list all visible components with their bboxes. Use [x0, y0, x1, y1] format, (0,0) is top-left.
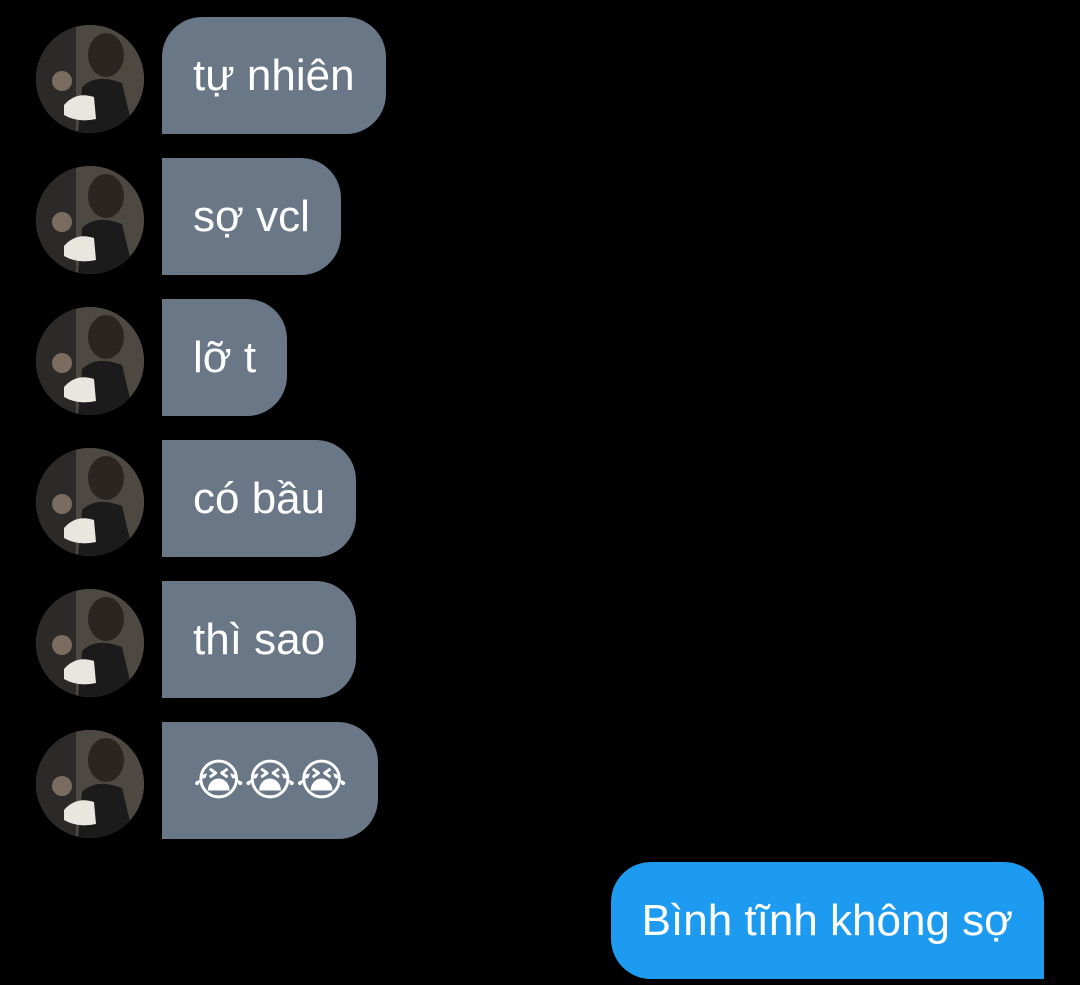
- message-bubble[interactable]: có bầu: [162, 440, 357, 557]
- avatar[interactable]: [36, 730, 144, 838]
- emoji-group: 😭😭😭: [193, 756, 348, 805]
- avatar[interactable]: [36, 589, 144, 697]
- message-bubble[interactable]: 😭😭😭: [162, 722, 379, 839]
- incoming-message-row: có bầu: [0, 440, 1080, 557]
- message-bubble[interactable]: thì sao: [162, 581, 357, 698]
- incoming-message-row: sợ vcl: [0, 158, 1080, 275]
- chat-thread: tự nhiên sợ vcl lỡ t có bầu thì sao 😭😭😭 …: [0, 0, 1080, 985]
- outgoing-message-bubble[interactable]: Bình tĩnh không sợ: [610, 862, 1044, 979]
- message-bubble[interactable]: lỡ t: [162, 299, 288, 416]
- avatar[interactable]: [36, 448, 144, 556]
- message-bubble[interactable]: tự nhiên: [162, 17, 386, 134]
- avatar[interactable]: [36, 25, 144, 133]
- avatar[interactable]: [36, 307, 144, 415]
- incoming-message-row: 😭😭😭: [0, 722, 1080, 839]
- incoming-message-row: tự nhiên: [0, 17, 1080, 134]
- incoming-message-row: thì sao: [0, 581, 1080, 698]
- message-bubble[interactable]: sợ vcl: [162, 158, 341, 275]
- incoming-message-row: lỡ t: [0, 299, 1080, 416]
- avatar[interactable]: [36, 166, 144, 274]
